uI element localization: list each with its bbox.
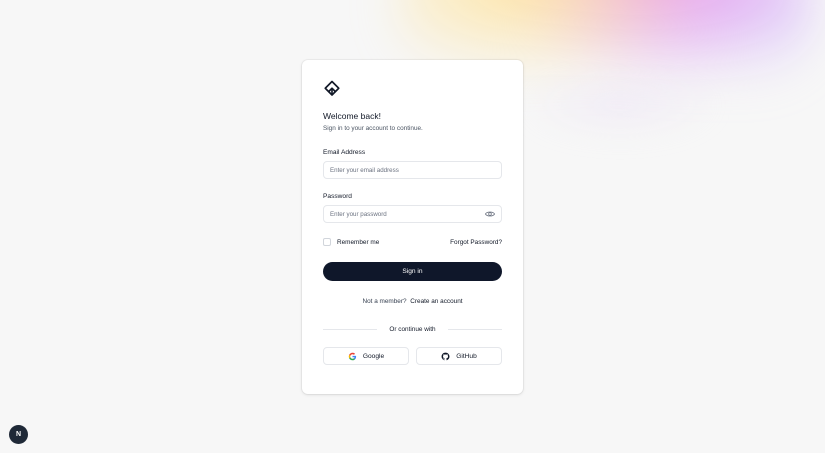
social-login: Google GitHub (323, 347, 502, 365)
email-field[interactable]: Enter your email address (323, 161, 502, 179)
forgot-password-link[interactable]: Forgot Password? (450, 239, 502, 246)
login-card: Welcome back! Sign in to your account to… (302, 60, 523, 394)
password-field[interactable]: Enter your password (323, 205, 502, 223)
github-label: GitHub (456, 352, 477, 360)
password-placeholder: Enter your password (330, 210, 387, 218)
divider: Or continue with (323, 326, 502, 333)
divider-text: Or continue with (389, 326, 436, 333)
background-glow-secondary (520, 70, 720, 140)
member-text: Not a member? (362, 298, 407, 305)
email-label: Email Address (323, 149, 366, 156)
nextjs-dev-badge[interactable]: N (9, 425, 28, 444)
divider-line-left (323, 329, 378, 330)
google-icon (348, 352, 356, 360)
sign-in-button[interactable]: Sign in (323, 262, 502, 281)
page-title: Welcome back! (323, 111, 381, 121)
password-label: Password (323, 193, 352, 200)
signup-prompt: Not a member? Create an account (323, 298, 502, 305)
remember-checkbox[interactable] (323, 238, 331, 246)
create-account-link[interactable]: Create an account (410, 298, 462, 305)
login-page: Welcome back! Sign in to your account to… (0, 0, 825, 453)
remember-me[interactable]: Remember me (323, 238, 379, 246)
eye-icon[interactable] (485, 210, 495, 218)
remember-label: Remember me (337, 238, 380, 246)
google-button[interactable]: Google (323, 347, 409, 365)
remember-row: Remember me Forgot Password? (323, 238, 502, 246)
google-label: Google (362, 352, 385, 360)
divider-line-right (447, 329, 502, 330)
app-logo-icon (324, 80, 340, 96)
email-placeholder: Enter your email address (330, 166, 399, 174)
github-icon (441, 352, 450, 360)
github-button[interactable]: GitHub (416, 347, 502, 365)
page-subtitle: Sign in to your account to continue. (323, 125, 423, 132)
